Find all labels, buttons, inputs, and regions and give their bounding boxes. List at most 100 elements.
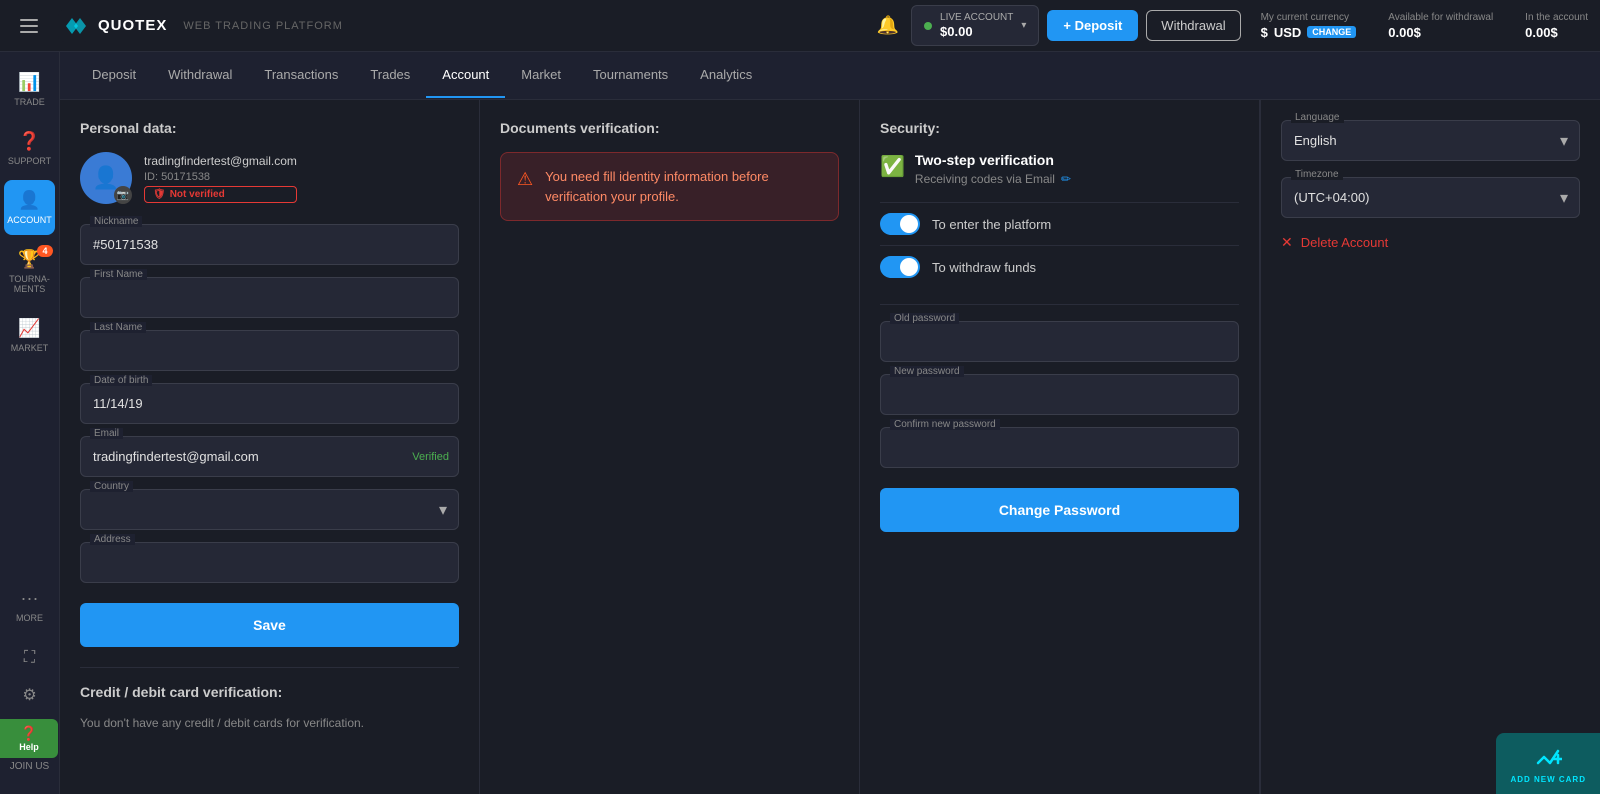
dob-label: Date of birth [90, 375, 152, 386]
add-new-card-widget[interactable]: ADD NEW CARD [1496, 733, 1600, 794]
sidebar-item-label-more: MORE [16, 613, 43, 623]
country-select[interactable] [80, 489, 459, 530]
personal-data-title: Personal data: [80, 120, 459, 136]
available-withdrawal-label: Available for withdrawal [1388, 12, 1493, 23]
withdrawal-button[interactable]: Withdrawal [1146, 10, 1240, 41]
quotex-logo-icon [58, 10, 90, 42]
platform-label: WEB TRADING PLATFORM [183, 20, 343, 32]
help-button[interactable]: ❓ Help [0, 719, 58, 758]
support-icon: ❓ [18, 131, 40, 152]
check-circle-icon: ✅ [880, 154, 905, 179]
confirm-password-field: Confirm new password [880, 427, 1239, 468]
avatar-wrapper[interactable]: 👤 📷 [80, 152, 132, 204]
toggle-enter-platform[interactable] [880, 213, 920, 235]
fullscreen-button[interactable]: ⛶ [18, 643, 41, 673]
tab-trades[interactable]: Trades [354, 53, 426, 98]
first-name-field: First Name [80, 277, 459, 318]
tournaments-badge: 4 [37, 245, 53, 257]
sidebar-item-label-market: MARKET [11, 343, 49, 353]
address-field: Address [80, 542, 459, 583]
sidebar-item-trade[interactable]: 📊 TRADE [0, 62, 59, 117]
join-us-button[interactable]: JOIN US [4, 755, 55, 778]
last-name-label: Last Name [90, 322, 146, 333]
settings-button[interactable]: ⚙ [16, 679, 42, 711]
first-name-label: First Name [90, 269, 147, 280]
sidebar-item-market[interactable]: 📈 MARKET [0, 308, 59, 363]
language-field: Language English Russian Spanish Portugu… [1281, 120, 1580, 161]
confirm-password-label: Confirm new password [890, 419, 1000, 430]
address-input[interactable] [80, 542, 459, 583]
old-password-input[interactable] [880, 321, 1239, 362]
toggle-enter-platform-label: To enter the platform [932, 217, 1051, 232]
tab-market[interactable]: Market [505, 53, 577, 98]
first-name-input[interactable] [80, 277, 459, 318]
add-card-icon [1534, 743, 1562, 771]
two-step-sub: Receiving codes via Email ✏ [915, 172, 1071, 186]
save-button[interactable]: Save [80, 603, 459, 647]
my-currency-label: My current currency [1261, 12, 1357, 23]
live-account-selector[interactable]: LIVE ACCOUNT $0.00 ▾ [911, 5, 1039, 46]
sidebar-item-tournaments[interactable]: 🏆 TOURNA-MENTS 4 [0, 239, 59, 304]
language-select[interactable]: English Russian Spanish Portuguese Arabi… [1281, 120, 1580, 161]
old-password-label: Old password [890, 313, 959, 324]
credit-card-section: Credit / debit card verification: You do… [80, 667, 459, 730]
not-verified-badge: 🛡 Not verified [144, 186, 297, 203]
dob-input[interactable] [80, 383, 459, 424]
confirm-password-input[interactable] [880, 427, 1239, 468]
address-label: Address [90, 534, 135, 545]
tab-transactions[interactable]: Transactions [248, 53, 354, 98]
settings-panel: Language English Russian Spanish Portugu… [1260, 100, 1600, 794]
sidebar-item-more[interactable]: ··· MORE [0, 578, 59, 633]
credit-card-sub: You don't have any credit / debit cards … [80, 716, 459, 730]
toggle-withdraw-funds-row: To withdraw funds [880, 245, 1239, 288]
in-account-label: In the account [1525, 12, 1588, 23]
toggle-withdraw-funds[interactable] [880, 256, 920, 278]
currency-symbol: $ [1261, 25, 1268, 40]
email-input[interactable] [80, 436, 459, 477]
delete-account-button[interactable]: ✕ Delete Account [1281, 234, 1580, 251]
tab-deposit[interactable]: Deposit [76, 53, 152, 98]
sidebar-item-support[interactable]: ❓ SUPPORT [0, 121, 59, 176]
timezone-select[interactable]: (UTC+00:00) (UTC+01:00) (UTC+02:00) (UTC… [1281, 177, 1580, 218]
add-card-label: ADD NEW CARD [1510, 775, 1586, 784]
user-info: tradingfindertest@gmail.com ID: 50171538… [144, 154, 297, 203]
sidebar-item-account[interactable]: 👤 ACCOUNT [4, 180, 55, 235]
live-account-amount: $0.00 [940, 24, 1013, 39]
deposit-button[interactable]: + Deposit [1047, 10, 1138, 41]
delete-account-label: Delete Account [1301, 235, 1388, 250]
last-name-input[interactable] [80, 330, 459, 371]
new-password-input[interactable] [880, 374, 1239, 415]
delete-icon: ✕ [1281, 234, 1293, 251]
nickname-input[interactable] [80, 224, 459, 265]
change-currency-button[interactable]: CHANGE [1307, 26, 1356, 38]
logo-text: QUOTEX [98, 17, 167, 34]
security-title: Security: [880, 120, 1239, 136]
alert-icon: ⚠ [517, 169, 533, 190]
menu-button[interactable] [12, 11, 46, 41]
currency-value: USD [1274, 25, 1301, 40]
two-step-verification-row: ✅ Two-step verification Receiving codes … [880, 152, 1239, 186]
new-password-field: New password [880, 374, 1239, 415]
account-icon: 👤 [18, 190, 40, 211]
timezone-field: Timezone (UTC+00:00) (UTC+01:00) (UTC+02… [1281, 177, 1580, 218]
dob-field: Date of birth [80, 383, 459, 424]
tab-withdrawal[interactable]: Withdrawal [152, 53, 248, 98]
notifications-button[interactable]: 🔔 [877, 15, 899, 36]
tab-account[interactable]: Account [426, 53, 505, 98]
documents-title: Documents verification: [500, 120, 839, 136]
nickname-field: Nickname [80, 224, 459, 265]
security-panel: Security: ✅ Two-step verification Receiv… [860, 100, 1260, 794]
camera-icon: 📷 [114, 186, 132, 204]
change-password-button[interactable]: Change Password [880, 488, 1239, 532]
personal-data-panel: Personal data: 👤 📷 tradingfindertest@gma… [60, 100, 480, 794]
sidebar: 📊 TRADE ❓ SUPPORT 👤 ACCOUNT 🏆 TOURNA-MEN… [0, 52, 60, 794]
live-dot [924, 22, 932, 30]
more-icon: ··· [21, 588, 39, 609]
sidebar-item-label-account: ACCOUNT [7, 215, 52, 225]
country-label: Country [90, 481, 133, 492]
edit-icon[interactable]: ✏ [1061, 172, 1071, 186]
tab-navigation: Deposit Withdrawal Transactions Trades A… [60, 52, 1600, 100]
tab-tournaments[interactable]: Tournaments [577, 53, 684, 98]
documents-alert: ⚠ You need fill identity information bef… [500, 152, 839, 221]
tab-analytics[interactable]: Analytics [684, 53, 768, 98]
